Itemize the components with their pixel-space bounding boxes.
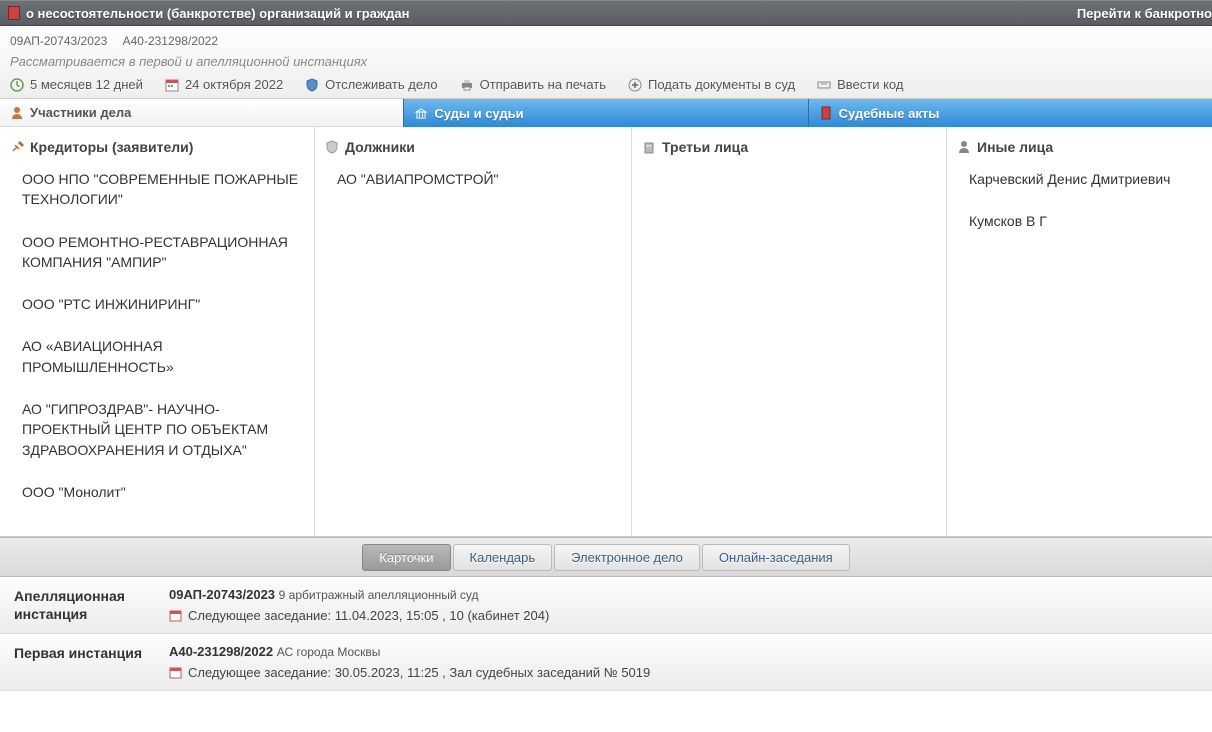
list-item[interactable]: АО "ГИПРОЗДРАВ"- НАУЧНО-ПРОЕКТНЫЙ ЦЕНТР …: [10, 399, 304, 460]
track-case-button[interactable]: Отслеживать дело: [305, 77, 437, 92]
instance-case: А40-231298/2022 АС города Москвы: [169, 644, 1198, 659]
other-title: Иные лица: [977, 139, 1053, 155]
calendar-small-icon: [169, 666, 182, 679]
instance-row: Первая инстанция А40-231298/2022 АС горо…: [0, 634, 1212, 691]
bankruptcy-doc-icon: [8, 6, 20, 20]
instance-case: 09АП-20743/2023 9 арбитражный апелляцион…: [169, 587, 1198, 602]
go-to-bankruptcy-link[interactable]: Перейти к банкротно: [1077, 6, 1212, 21]
tab-participants-label: Участники дела: [30, 105, 131, 120]
instance-row: Апелляционная инстанция 09АП-20743/2023 …: [0, 577, 1212, 634]
duration-info: 5 месяцев 12 дней: [10, 77, 143, 92]
third-header: Третьи лица: [642, 139, 936, 155]
list-item[interactable]: АО "АВИАПРОМСТРОЙ": [325, 169, 621, 189]
calendar-tab[interactable]: Календарь: [453, 544, 553, 571]
instance-case-number[interactable]: 09АП-20743/2023: [169, 587, 275, 602]
case-actions: 5 месяцев 12 дней 24 октября 2022 Отслеж…: [10, 77, 1202, 92]
instance-case-number[interactable]: А40-231298/2022: [169, 644, 273, 659]
submit-label: Подать документы в суд: [648, 77, 795, 92]
court-icon: [414, 106, 428, 120]
case-status: Рассматривается в первой и апелляционной…: [10, 54, 1202, 69]
enter-code-button[interactable]: *** Ввести код: [817, 77, 903, 92]
tab-courts-label: Суды и судьи: [434, 106, 523, 121]
debtors-header: Должники: [325, 139, 621, 155]
date-info: 24 октября 2022: [165, 77, 283, 92]
instance-label: Первая инстанция: [14, 644, 169, 680]
list-item[interactable]: ООО "РТС ИНЖИНИРИНГ": [10, 294, 304, 314]
instance-label: Апелляционная инстанция: [14, 587, 169, 623]
top-bar: о несостоятельности (банкротстве) органи…: [0, 0, 1212, 26]
tab-acts[interactable]: Судебные акты: [808, 99, 1212, 127]
calendar-icon: [165, 78, 179, 92]
instance-court: АС города Москвы: [277, 645, 381, 659]
next-hearing-text: Следующее заседание: 30.05.2023, 11:25 ,…: [188, 665, 650, 680]
participants-panel: Кредиторы (заявители) ООО НПО "СОВРЕМЕНН…: [0, 127, 1212, 537]
instance-court: 9 арбитражный апелляционный суд: [279, 588, 479, 602]
submit-docs-button[interactable]: Подать документы в суд: [628, 77, 795, 92]
other-persons-column: Иные лица Карчевский Денис Дмитриевич Ку…: [947, 127, 1212, 536]
print-button[interactable]: Отправить на печать: [460, 77, 606, 92]
debtors-column: Должники АО "АВИАПРОМСТРОЙ": [315, 127, 632, 536]
debtors-list: АО "АВИАПРОМСТРОЙ": [325, 169, 621, 189]
plus-circle-icon: [628, 78, 642, 92]
list-item[interactable]: ООО "Монолит": [10, 482, 304, 502]
creditors-header: Кредиторы (заявители): [10, 139, 304, 155]
creditors-list: ООО НПО "СОВРЕМЕННЫЕ ПОЖАРНЫЕ ТЕХНОЛОГИИ…: [10, 169, 304, 502]
tab-acts-label: Судебные акты: [839, 106, 940, 121]
shield-icon: [305, 78, 319, 92]
case-number-1: 09АП-20743/2023: [10, 34, 107, 48]
doc-icon: [819, 106, 833, 120]
instance-body: А40-231298/2022 АС города Москвы Следующ…: [169, 644, 1198, 680]
debtors-title: Должники: [345, 139, 415, 155]
other-header: Иные лица: [957, 139, 1202, 155]
shield-small-icon: [325, 140, 339, 154]
svg-text:***: ***: [821, 83, 827, 89]
list-item[interactable]: Карчевский Денис Дмитриевич: [957, 169, 1202, 189]
clock-icon: [10, 78, 24, 92]
main-tabs: Участники дела Суды и судьи Судебные акт…: [0, 99, 1212, 127]
online-hearings-tab[interactable]: Онлайн-заседания: [702, 544, 850, 571]
person-icon: [10, 106, 24, 120]
list-item[interactable]: АО «АВИАЦИОННАЯ ПРОМЫШЛЕННОСТЬ»: [10, 336, 304, 377]
list-item[interactable]: ООО РЕМОНТНО-РЕСТАВРАЦИОННАЯ КОМПАНИЯ "А…: [10, 232, 304, 273]
tab-courts[interactable]: Суды и судьи: [403, 99, 807, 127]
building-icon: [642, 140, 656, 154]
date-text: 24 октября 2022: [185, 77, 283, 92]
case-numbers: 09АП-20743/2023 А40-231298/2022: [10, 34, 1202, 48]
case-number-2: А40-231298/2022: [123, 34, 218, 48]
track-label: Отслеживать дело: [325, 77, 437, 92]
code-label: Ввести код: [837, 77, 903, 92]
calendar-small-icon: [169, 609, 182, 622]
print-label: Отправить на печать: [480, 77, 606, 92]
next-hearing-text: Следующее заседание: 11.04.2023, 15:05 ,…: [188, 608, 549, 623]
third-parties-column: Третьи лица: [632, 127, 947, 536]
duration-text: 5 месяцев 12 дней: [30, 77, 143, 92]
instances-panel: Апелляционная инстанция 09АП-20743/2023 …: [0, 577, 1212, 691]
creditors-title: Кредиторы (заявители): [30, 139, 193, 155]
third-title: Третьи лица: [662, 139, 748, 155]
bottom-toolbar: Карточки Календарь Электронное дело Онла…: [0, 537, 1212, 577]
instance-body: 09АП-20743/2023 9 арбитражный апелляцион…: [169, 587, 1198, 623]
instance-next-hearing: Следующее заседание: 11.04.2023, 15:05 ,…: [169, 608, 1198, 623]
cards-tab[interactable]: Карточки: [362, 544, 450, 571]
code-icon: ***: [817, 78, 831, 92]
efile-tab[interactable]: Электронное дело: [554, 544, 700, 571]
person-small-icon: [957, 140, 971, 154]
instance-next-hearing: Следующее заседание: 30.05.2023, 11:25 ,…: [169, 665, 1198, 680]
list-item[interactable]: Кумсков В Г: [957, 211, 1202, 231]
tab-participants[interactable]: Участники дела: [0, 99, 403, 127]
page-title: о несостоятельности (банкротстве) органи…: [26, 6, 409, 21]
creditors-column: Кредиторы (заявители) ООО НПО "СОВРЕМЕНН…: [0, 127, 315, 536]
printer-icon: [460, 78, 474, 92]
case-info-panel: 09АП-20743/2023 А40-231298/2022 Рассматр…: [0, 26, 1212, 99]
gavel-icon: [10, 140, 24, 154]
other-list: Карчевский Денис Дмитриевич Кумсков В Г: [957, 169, 1202, 232]
list-item[interactable]: ООО НПО "СОВРЕМЕННЫЕ ПОЖАРНЫЕ ТЕХНОЛОГИИ…: [10, 169, 304, 210]
